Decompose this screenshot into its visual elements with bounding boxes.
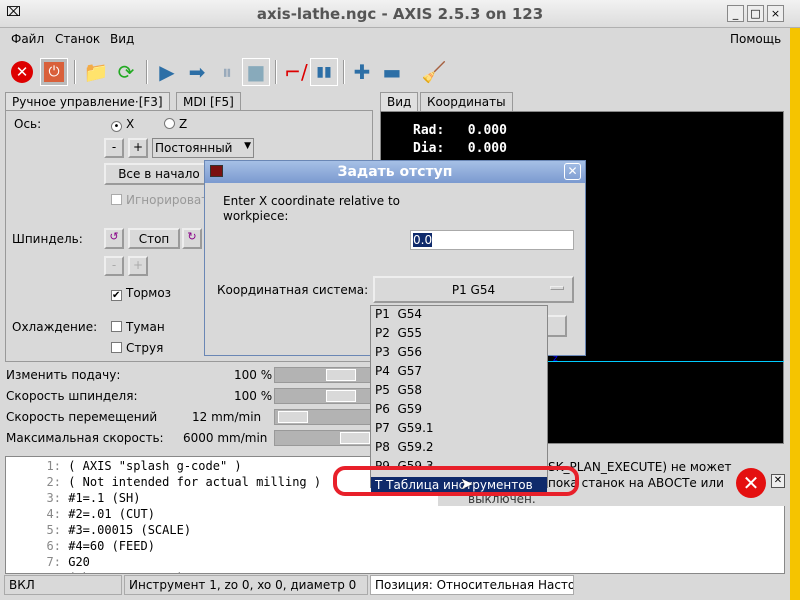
- coord-system-dropdown: P1 G54 P2 G55 P3 G56 P4 G57 P5 G58 P6 G59 P7 G…: [370, 305, 548, 496]
- dro-rad: Rad: 0.000: [413, 123, 507, 138]
- open-file-icon[interactable]: 📁: [82, 58, 110, 86]
- option-menu-indicator-icon: [550, 286, 564, 290]
- spindle-minus-button[interactable]: -: [104, 256, 124, 276]
- title-bar: ⌧ axis-lathe.ngc - AXIS 2.5.3 on 123 _ □…: [0, 0, 800, 28]
- coord-system-select[interactable]: P1 G54: [373, 276, 574, 303]
- feed-override-value: 100 %: [234, 368, 273, 382]
- menu-machine[interactable]: Станок: [55, 32, 100, 46]
- dismiss-error-icon[interactable]: ✕: [771, 474, 785, 488]
- coord-option[interactable]: P1 G54: [371, 306, 547, 325]
- tab-dro[interactable]: Координаты: [420, 92, 513, 111]
- jog-speed-slider[interactable]: [274, 409, 374, 425]
- spindle-override-label: Скорость шпинделя:: [6, 389, 138, 403]
- home-all-button[interactable]: Все в начало: [104, 163, 214, 185]
- coolant-label: Охлаждение:: [12, 320, 98, 334]
- estop-icon[interactable]: ✕: [11, 61, 33, 83]
- status-state: ВКЛ: [4, 575, 122, 595]
- code-line: 7: G20: [46, 555, 90, 569]
- jog-plus-button[interactable]: +: [128, 138, 148, 158]
- coord-option[interactable]: P4 G57: [371, 363, 547, 382]
- coord-option[interactable]: P2 G55: [371, 325, 547, 344]
- spindle-cw-icon[interactable]: ↻: [182, 228, 202, 249]
- offset-input[interactable]: 0.0: [410, 230, 574, 250]
- maximize-button[interactable]: □: [747, 5, 764, 22]
- status-position: Позиция: Относительная Насто: [370, 575, 574, 595]
- spindle-ccw-icon[interactable]: ↺: [104, 228, 124, 249]
- tab-preview[interactable]: Вид: [380, 92, 419, 111]
- spindle-stop-button[interactable]: Стоп: [128, 228, 180, 249]
- dialog-app-icon: [210, 165, 223, 177]
- menu-file[interactable]: Файл: [11, 32, 44, 46]
- run-icon[interactable]: ▶: [153, 58, 181, 86]
- coord-option[interactable]: P3 G56: [371, 344, 547, 363]
- spindle-label: Шпиндель:: [12, 232, 83, 246]
- mouse-cursor-icon: ➤: [460, 474, 474, 493]
- minimize-button[interactable]: _: [727, 5, 744, 22]
- brake-checkbox[interactable]: ✔ Тормоз: [111, 286, 171, 301]
- window-title: axis-lathe.ngc - AXIS 2.5.3 on 123: [256, 5, 544, 23]
- jog-speed-label: Скорость перемещений: [6, 410, 158, 424]
- zoom-out-icon[interactable]: ▬: [378, 58, 406, 86]
- stop-icon[interactable]: ■: [242, 58, 270, 86]
- slider-thumb[interactable]: [339, 432, 370, 444]
- power-icon[interactable]: ⏻: [44, 62, 64, 82]
- dialog-title: Задать отступ: [205, 161, 585, 183]
- axis-z-radio[interactable]: Z: [164, 117, 187, 131]
- max-velocity-label: Максимальная скорость:: [6, 431, 164, 445]
- error-icon: ✕: [736, 468, 766, 498]
- jog-mode-select[interactable]: Постоянный ▼: [152, 138, 254, 158]
- spindle-plus-button[interactable]: +: [128, 256, 148, 276]
- tab-manual[interactable]: Ручное управление·[F3]: [5, 92, 170, 111]
- ignore-limits-checkbox[interactable]: Игнорироват: [111, 193, 208, 207]
- coord-option[interactable]: P6 G59: [371, 401, 547, 420]
- coord-option[interactable]: P8 G59.2: [371, 439, 547, 458]
- axis-label: Ось:: [14, 117, 42, 131]
- dialog-close-icon[interactable]: ✕: [564, 163, 581, 180]
- slider-thumb[interactable]: [326, 390, 356, 402]
- toolbar: ✕ ⏻ 📁 ⟳ ▶ ➡ ⏸ ■ ⌐/ ▮▮ ✚ ▬ 🧹: [0, 56, 790, 88]
- slider-thumb[interactable]: [278, 411, 309, 423]
- pause-icon[interactable]: ⏸: [213, 58, 241, 86]
- code-line: 5: #3=.00015 (SCALE): [46, 523, 192, 537]
- jog-speed-value: 12 mm/min: [192, 410, 262, 424]
- code-line: 8: (Character: 'F') M1: [6, 571, 784, 573]
- flood-checkbox[interactable]: Струя: [111, 341, 163, 355]
- feed-override-slider[interactable]: [274, 367, 374, 383]
- reload-icon[interactable]: ⟳: [112, 58, 140, 86]
- spindle-override-value: 100 %: [234, 389, 273, 403]
- menu-help[interactable]: Помощь: [730, 32, 781, 46]
- jog-minus-button[interactable]: -: [104, 138, 124, 158]
- block-delete-icon[interactable]: ⌐/: [282, 58, 310, 86]
- max-velocity-value: 6000 mm/min: [183, 431, 268, 445]
- zoom-in-icon[interactable]: ✚: [348, 58, 376, 86]
- step-icon[interactable]: ➡: [183, 58, 211, 86]
- dialog-prompt: Enter X coordinate relative to workpiece…: [223, 194, 400, 223]
- max-velocity-slider[interactable]: [274, 430, 374, 446]
- mist-checkbox[interactable]: Туман: [111, 320, 165, 334]
- clear-plot-icon[interactable]: 🧹: [420, 58, 448, 86]
- close-button[interactable]: ×: [767, 5, 784, 22]
- feed-override-label: Изменить подачу:: [6, 368, 121, 382]
- menu-bar: Файл Станок Вид Помощь: [0, 28, 790, 52]
- code-line: 6: #4=60 (FEED): [46, 539, 155, 553]
- z-axis-line: [546, 361, 784, 362]
- axis-x-radio[interactable]: • X: [111, 117, 134, 132]
- menu-view[interactable]: Вид: [110, 32, 134, 46]
- optional-stop-icon[interactable]: ▮▮: [310, 58, 338, 86]
- tab-mdi[interactable]: MDI [F5]: [176, 92, 241, 111]
- spindle-override-slider[interactable]: [274, 388, 374, 404]
- coord-system-label: Координатная система:: [217, 283, 369, 297]
- window-border: [790, 28, 800, 600]
- dro-dia: Dia: 0.000: [413, 141, 507, 156]
- highlight-annotation: [333, 466, 579, 496]
- coord-option[interactable]: P7 G59.1: [371, 420, 547, 439]
- slider-thumb[interactable]: [326, 369, 356, 381]
- coord-option[interactable]: P5 G58: [371, 382, 547, 401]
- status-tool: Инструмент 1, zo 0, xo 0, диаметр 0: [124, 575, 368, 595]
- chevron-down-icon: ▼: [244, 141, 251, 151]
- code-line: 4: #2=.01 (CUT): [46, 507, 155, 521]
